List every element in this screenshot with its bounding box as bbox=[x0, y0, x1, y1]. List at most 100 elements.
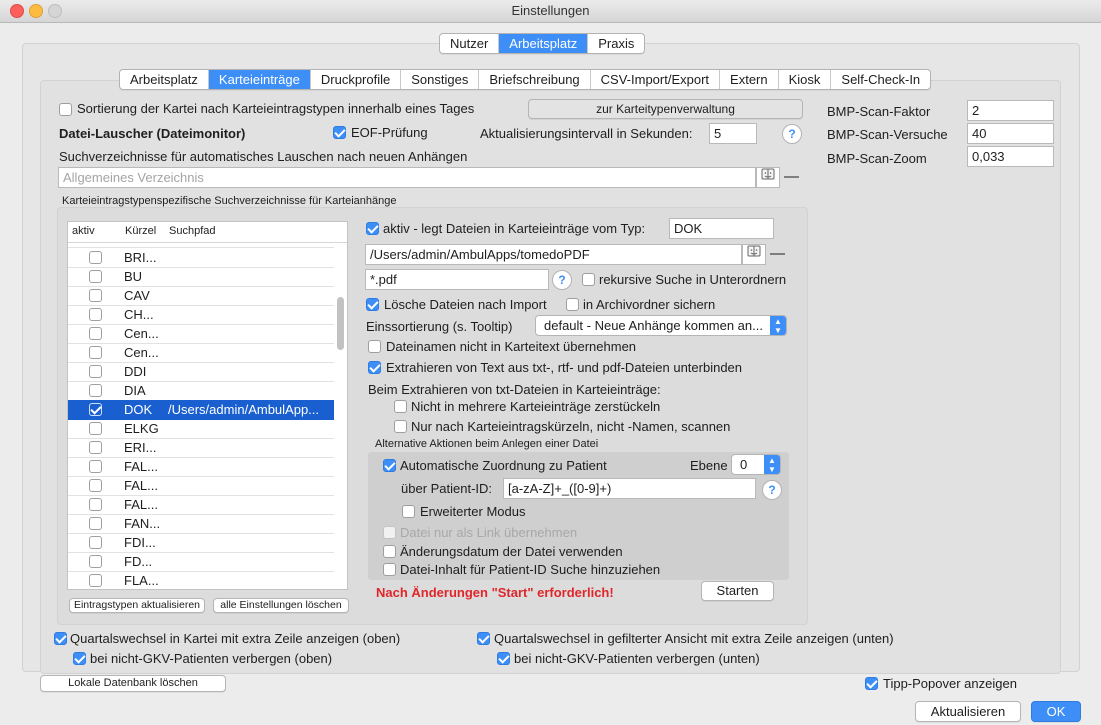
bmp-faktor-input[interactable]: 2 bbox=[967, 100, 1054, 121]
row-aktiv-checkbox[interactable] bbox=[89, 308, 102, 321]
erweitert-checkbox[interactable] bbox=[402, 505, 415, 518]
list-scrollbar[interactable] bbox=[337, 297, 344, 350]
list-item[interactable]: DDI bbox=[68, 362, 334, 382]
tab-karteieintraege[interactable]: Karteieinträge bbox=[208, 70, 311, 89]
row-aktiv-checkbox[interactable] bbox=[89, 403, 102, 416]
typ-input[interactable]: DOK bbox=[669, 218, 774, 239]
dateinamen-checkbox[interactable] bbox=[368, 340, 381, 353]
gkv-oben-checkbox[interactable] bbox=[73, 652, 86, 665]
link-checkbox[interactable] bbox=[383, 526, 396, 539]
list-item[interactable]: FDI... bbox=[68, 533, 334, 553]
bmp-zoom-input[interactable]: 0,033 bbox=[967, 146, 1054, 167]
tab-druckprofile[interactable]: Druckprofile bbox=[311, 70, 402, 89]
list-item[interactable]: FLA... bbox=[68, 571, 334, 589]
row-aktiv-checkbox[interactable] bbox=[89, 479, 102, 492]
general-dir-remove-button[interactable]: — bbox=[781, 167, 802, 188]
list-item[interactable]: DOK/Users/admin/AmbulApp... bbox=[68, 400, 334, 420]
lokale-db-button[interactable]: Lokale Datenbank löschen bbox=[40, 675, 226, 692]
aktualisieren-button[interactable]: Aktualisieren bbox=[915, 701, 1021, 722]
karteitypen-button[interactable]: zur Karteitypenverwaltung bbox=[528, 99, 803, 119]
finder-icon[interactable] bbox=[756, 167, 780, 188]
tab-arbeitsplatz-sub[interactable]: Arbeitsplatz bbox=[120, 70, 209, 89]
row-aktiv-checkbox[interactable] bbox=[89, 460, 102, 473]
tab-csv-import-export[interactable]: CSV-Import/Export bbox=[591, 70, 721, 89]
row-aktiv-checkbox[interactable] bbox=[89, 555, 102, 568]
inhalt-checkbox[interactable] bbox=[383, 563, 396, 576]
update-types-button[interactable]: Eintragstypen aktualisieren bbox=[69, 598, 205, 613]
general-dir-input[interactable]: Allgemeines Verzeichnis bbox=[58, 167, 756, 188]
tab-sonstiges[interactable]: Sonstiges bbox=[401, 70, 480, 89]
patient-id-input[interactable]: [a-zA-Z]+_([0-9]+) bbox=[503, 478, 756, 499]
row-aktiv-checkbox[interactable] bbox=[89, 422, 102, 435]
row-aktiv-checkbox[interactable] bbox=[89, 289, 102, 302]
gkv-unten-checkbox[interactable] bbox=[497, 652, 510, 665]
quartal-filter-checkbox[interactable] bbox=[477, 632, 490, 645]
path-remove-button[interactable]: — bbox=[767, 244, 788, 265]
row-kuerzel: ERI... bbox=[124, 440, 157, 455]
bmp-versuche-input[interactable]: 40 bbox=[967, 123, 1054, 144]
row-aktiv-checkbox[interactable] bbox=[89, 365, 102, 378]
list-item[interactable]: FAL... bbox=[68, 495, 334, 515]
tab-nutzer[interactable]: Nutzer bbox=[440, 34, 500, 53]
kartei-type-list: aktiv Kürzel Suchpfad BRI... BU CAV CH... Ce… bbox=[67, 221, 348, 590]
tab-kiosk[interactable]: Kiosk bbox=[779, 70, 832, 89]
sort-checkbox[interactable] bbox=[59, 103, 72, 116]
list-item-partial[interactable] bbox=[68, 229, 334, 248]
archiv-checkbox[interactable] bbox=[566, 298, 579, 311]
chevron-updown-icon: ▲ ▼ bbox=[770, 316, 786, 335]
row-aktiv-checkbox[interactable] bbox=[89, 270, 102, 283]
start-button[interactable]: Starten bbox=[701, 581, 774, 601]
row-aktiv-checkbox[interactable] bbox=[89, 384, 102, 397]
delete-settings-button[interactable]: alle Einstellungen löschen bbox=[213, 598, 349, 613]
extrahieren-checkbox[interactable] bbox=[368, 361, 381, 374]
nur-kuerzel-checkbox[interactable] bbox=[394, 420, 407, 433]
row-aktiv-checkbox[interactable] bbox=[89, 536, 102, 549]
einsort-select[interactable]: default - Neue Anhänge kommen an... ▲ ▼ bbox=[535, 315, 787, 336]
row-aktiv-checkbox[interactable] bbox=[89, 517, 102, 530]
nicht-zerstueckeln-checkbox[interactable] bbox=[394, 400, 407, 413]
path-input[interactable]: /Users/admin/AmbulApps/tomedoPDF bbox=[365, 244, 742, 265]
tab-arbeitsplatz[interactable]: Arbeitsplatz bbox=[499, 34, 589, 53]
tab-extern[interactable]: Extern bbox=[720, 70, 779, 89]
row-kuerzel: FD... bbox=[124, 554, 153, 569]
ebene-select[interactable]: 0 ▲ ▼ bbox=[731, 454, 781, 475]
interval-input[interactable]: 5 bbox=[709, 123, 757, 144]
patient-id-help-icon[interactable]: ? bbox=[762, 480, 782, 500]
list-item[interactable]: BU bbox=[68, 267, 334, 287]
path-finder-icon[interactable] bbox=[742, 244, 766, 265]
auto-zuordnung-checkbox[interactable] bbox=[383, 459, 396, 472]
tab-praxis[interactable]: Praxis bbox=[588, 34, 644, 53]
aktiv-checkbox[interactable] bbox=[366, 222, 379, 235]
rekursiv-checkbox[interactable] bbox=[582, 273, 595, 286]
ok-button[interactable]: OK bbox=[1031, 701, 1081, 722]
loesche-checkbox[interactable] bbox=[366, 298, 379, 311]
list-item[interactable]: FAL... bbox=[68, 476, 334, 496]
eof-checkbox[interactable] bbox=[333, 126, 346, 139]
list-item[interactable]: CH... bbox=[68, 305, 334, 325]
row-aktiv-checkbox[interactable] bbox=[89, 251, 102, 264]
list-item[interactable]: Cen... bbox=[68, 324, 334, 344]
list-item[interactable]: Cen... bbox=[68, 343, 334, 363]
quartal-kartei-checkbox[interactable] bbox=[54, 632, 67, 645]
tab-self-check-in[interactable]: Self-Check-In bbox=[831, 70, 930, 89]
list-item[interactable]: FD... bbox=[68, 552, 334, 572]
list-item[interactable]: FAN... bbox=[68, 514, 334, 534]
list-item[interactable]: ERI... bbox=[68, 438, 334, 458]
row-aktiv-checkbox[interactable] bbox=[89, 441, 102, 454]
list-item[interactable]: BRI... bbox=[68, 248, 334, 268]
list-item[interactable]: CAV bbox=[68, 286, 334, 306]
row-aktiv-checkbox[interactable] bbox=[89, 574, 102, 587]
interval-help-icon[interactable]: ? bbox=[782, 124, 802, 144]
row-aktiv-checkbox[interactable] bbox=[89, 346, 102, 359]
tipp-checkbox[interactable] bbox=[865, 677, 878, 690]
row-aktiv-checkbox[interactable] bbox=[89, 498, 102, 511]
list-item[interactable]: DIA bbox=[68, 381, 334, 401]
pattern-help-icon[interactable]: ? bbox=[552, 270, 572, 290]
pattern-input[interactable]: *.pdf bbox=[365, 269, 549, 290]
aenderungsdatum-checkbox[interactable] bbox=[383, 545, 396, 558]
list-item[interactable]: ELKG bbox=[68, 419, 334, 439]
row-aktiv-checkbox[interactable] bbox=[89, 327, 102, 340]
list-item[interactable]: FAL... bbox=[68, 457, 334, 477]
tab-briefschreibung[interactable]: Briefschreibung bbox=[479, 70, 591, 89]
patient-id-label: über Patient-ID: bbox=[401, 481, 493, 496]
